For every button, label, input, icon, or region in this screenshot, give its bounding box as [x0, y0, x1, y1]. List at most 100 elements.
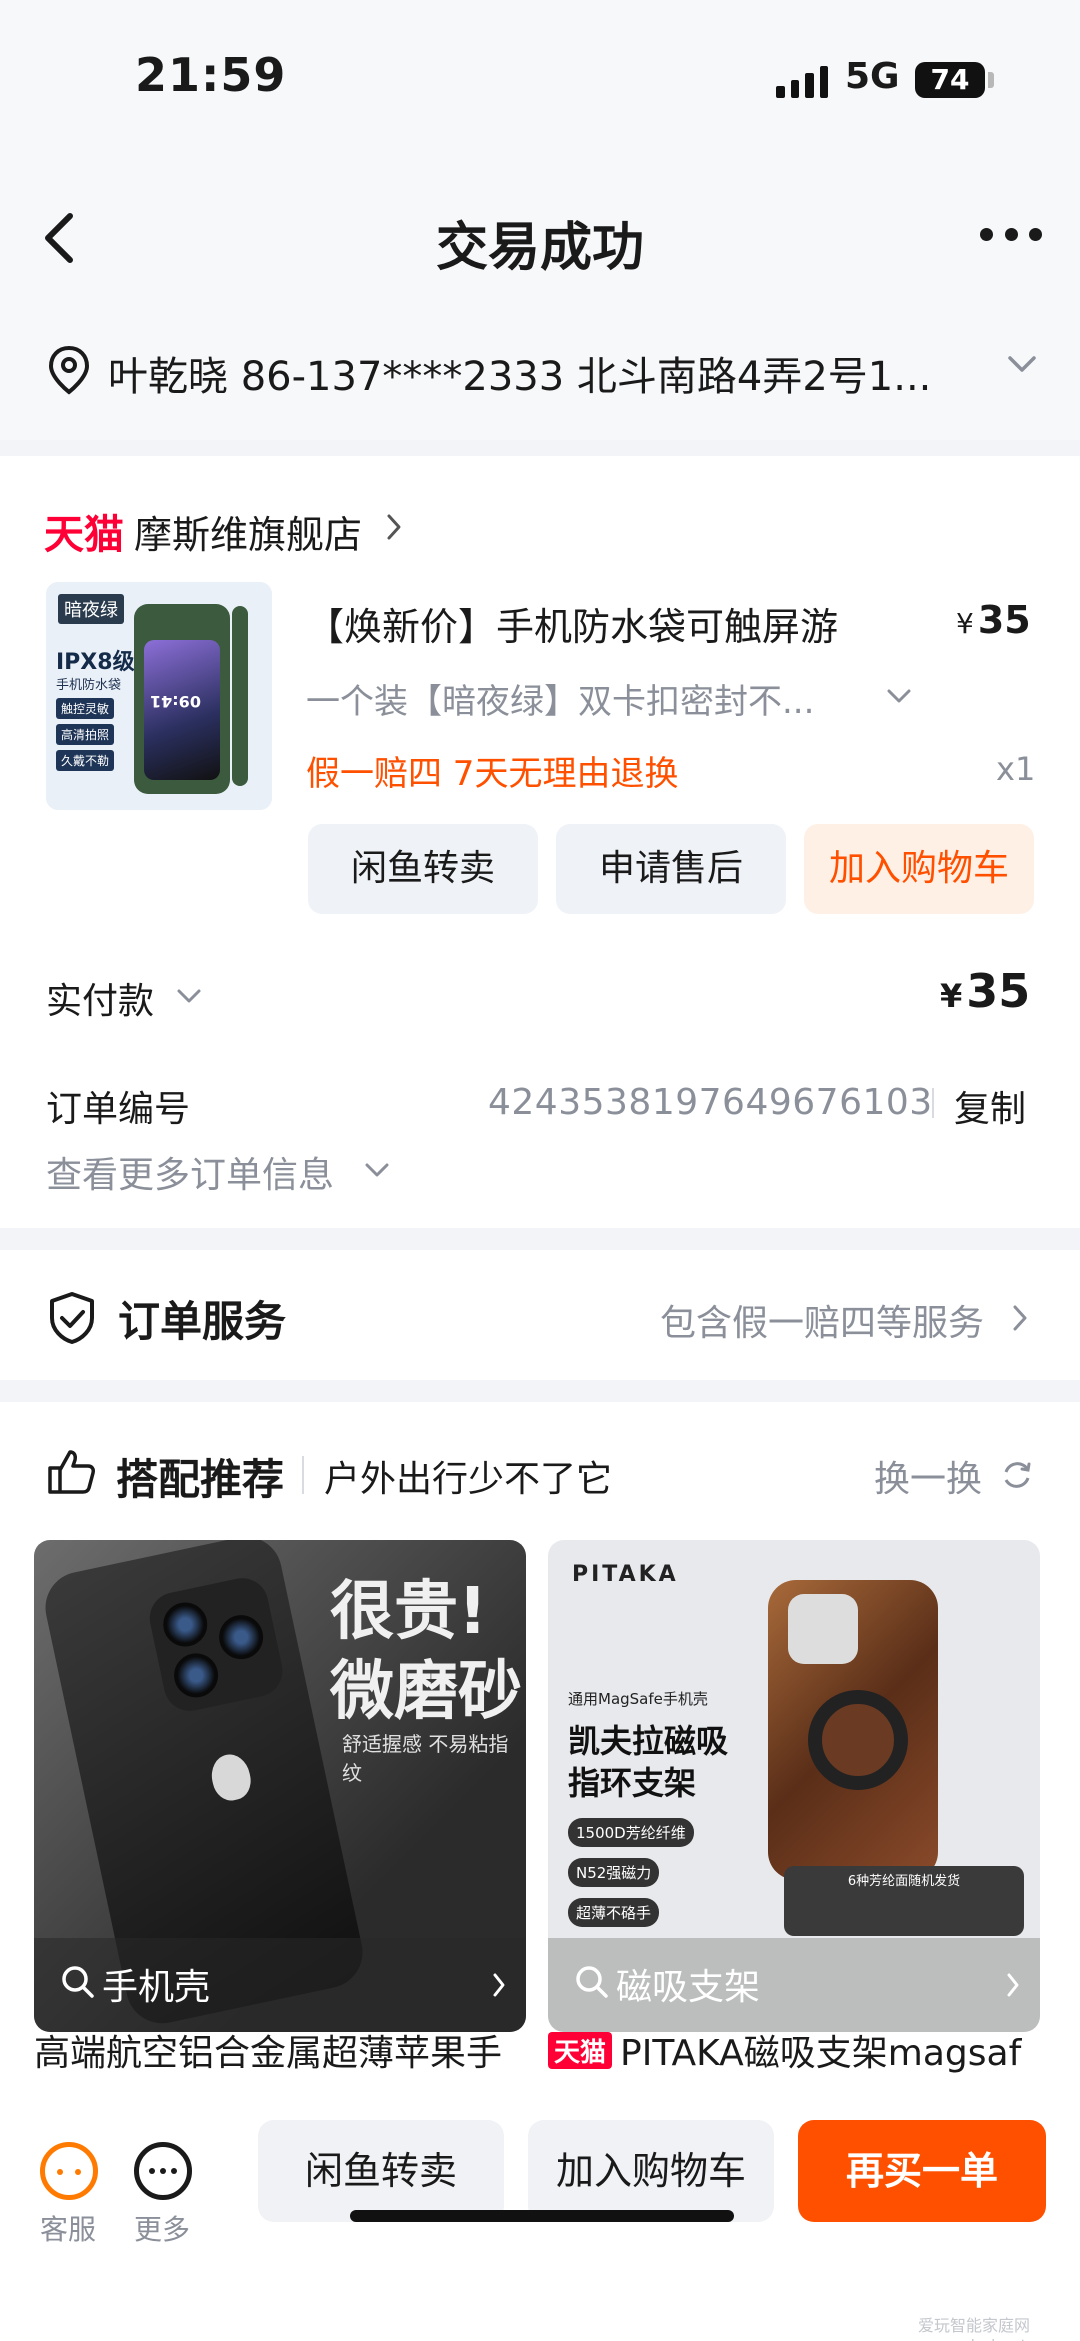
product-spec[interactable]: 一个装【暗夜绿】双卡扣密封不... — [306, 674, 814, 723]
ring-holder — [808, 1690, 908, 1790]
chevron-down-icon — [1006, 354, 1038, 374]
product-image[interactable]: 暗夜绿 IPX8级 手机防水袋 触控灵敏 高清拍照 久戴不勒 09:41 — [46, 582, 272, 810]
shield-icon — [46, 1290, 98, 1346]
more-order-info-link[interactable]: 查看更多订单信息 — [46, 1146, 334, 1198]
category-label: 手机壳 — [102, 1967, 211, 2008]
resell-button[interactable]: 闲鱼转卖 — [258, 2120, 504, 2222]
recommend-item-title[interactable]: 高端航空铝合金属超薄苹果手 — [34, 2024, 526, 2076]
service-link[interactable]: 包含假一赔四等服务 — [660, 1294, 984, 1346]
image-feature-tag: 久戴不勒 — [56, 750, 115, 771]
image-text: 通用MagSafe手机壳 — [568, 1690, 708, 1708]
add-to-cart-button[interactable]: 加入购物车 — [804, 824, 1034, 914]
buy-again-button[interactable]: 再买一单 — [798, 2120, 1046, 2222]
more-options-button[interactable] — [980, 228, 1042, 244]
customer-service-icon[interactable] — [40, 2142, 98, 2200]
address-row[interactable]: 叶乾晓 86-137****2333 北斗南路4弄2号1... — [46, 340, 1046, 400]
swatch-caption: 6种芳纶面随机发货 — [847, 1874, 961, 1889]
home-indicator[interactable] — [350, 2210, 734, 2222]
recommend-item-title: PITAKA磁吸支架magsaf — [620, 2033, 1022, 2074]
tmall-logo: 天猫 — [44, 512, 124, 558]
product-promo: 假一赔四 7天无理由退换 — [306, 754, 679, 794]
chevron-down-icon — [364, 1162, 390, 1178]
image-headline: 很贵! — [330, 1575, 488, 1649]
watermark: 爱玩智能家庭网 www.ahgj.net — [918, 2316, 1031, 2341]
signal-icon — [776, 64, 828, 98]
search-icon — [574, 1964, 610, 2000]
camera-lens — [215, 1611, 268, 1664]
image-tagline: 舒适握感 不易粘指纹 — [342, 1732, 509, 1785]
battery-icon: 74 — [915, 62, 985, 98]
payment-value: 35 — [966, 964, 1031, 1018]
image-feature-tag: 高清拍照 — [56, 724, 115, 745]
more-label[interactable]: 更多 — [134, 2208, 190, 2248]
order-card: 天猫 摩斯维旗舰店 暗夜绿 IPX8级 手机防水袋 触控灵敏 高清拍照 久戴不勒… — [0, 456, 1080, 1228]
chevron-right-icon — [1012, 1304, 1028, 1332]
address-text: 叶乾晓 86-137****2333 北斗南路4弄2号1... — [108, 354, 932, 400]
order-number-value: 4243538197649676103 — [488, 1082, 933, 1123]
recommend-item-magnetic-holder[interactable]: PITAKA 通用MagSafe手机壳 凯夫拉磁吸 指环支架 1500D芳纶纤维… — [548, 1540, 1040, 2032]
order-number-label: 订单编号 — [46, 1089, 191, 1130]
image-tag: 暗夜绿 — [58, 594, 124, 624]
refresh-icon[interactable] — [1000, 1458, 1034, 1492]
image-headline: 指环支架 — [568, 1764, 697, 1802]
image-ipx-sub: 手机防水袋 — [56, 678, 122, 693]
feature-pill: 1500D芳纶纤维 — [568, 1818, 694, 1847]
apple-logo — [207, 1750, 255, 1804]
page-title: 交易成功 — [435, 218, 644, 278]
image-headline: 凯夫拉磁吸 — [568, 1722, 729, 1760]
copy-button[interactable]: 复制 — [954, 1080, 1026, 1132]
brand-logo: PITAKA — [572, 1562, 679, 1587]
color-swatches: 6种芳纶面随机发货 — [784, 1866, 1024, 1936]
recommend-card: 搭配推荐 户外出行少不了它 换一换 很贵! 微磨砂 舒适握感 不易粘指纹 手机壳 — [0, 1402, 1080, 2102]
after-sale-button[interactable]: 申请售后 — [556, 824, 786, 914]
image-headline: 微磨砂 — [330, 1655, 522, 1729]
recommend-item-title-row[interactable]: 天猫 PITAKA磁吸支架magsaf — [548, 2024, 1048, 2076]
chevron-right-icon — [1006, 1972, 1020, 1998]
service-title: 订单服务 — [118, 1297, 287, 1346]
phone-screen-time: 09:41 — [150, 692, 201, 711]
tmall-badge: 天猫 — [548, 2031, 613, 2069]
price-value: 35 — [977, 598, 1031, 642]
more-icon[interactable] — [134, 2142, 192, 2200]
recommend-subtitle: 户外出行少不了它 — [324, 1459, 613, 1500]
price-symbol: ¥ — [956, 607, 974, 640]
order-service-card[interactable]: 订单服务 包含假一赔四等服务 — [0, 1250, 1080, 1380]
search-icon — [60, 1964, 96, 2000]
image-feature-tag: 触控灵敏 — [56, 698, 115, 719]
image-ipx-text: IPX8级 — [56, 650, 135, 675]
top-area: 21:59 5G 74 交易成功 叶乾晓 86-137****2333 北斗南路… — [0, 0, 1080, 440]
feature-pill: N52强磁力 — [568, 1858, 660, 1887]
battery-tip — [988, 72, 994, 88]
recommend-category-bar[interactable]: 磁吸支架 — [548, 1938, 1040, 2032]
feature-pill: 超薄不硌手 — [568, 1898, 660, 1927]
payment-amount: ¥35 — [940, 964, 1030, 1018]
swap-button[interactable]: 换一换 — [874, 1450, 982, 1502]
chevron-down-icon — [176, 988, 202, 1004]
network-type: 5G — [845, 56, 900, 97]
camera-block — [788, 1594, 858, 1664]
chevron-right-icon — [492, 1972, 506, 1998]
product-title[interactable]: 【焕新价】手机防水袋可触屏游 — [306, 596, 838, 651]
product-qty: x1 — [996, 750, 1036, 788]
recommend-item-phone-case[interactable]: 很贵! 微磨砂 舒适握感 不易粘指纹 手机壳 — [34, 1540, 526, 2032]
add-to-cart-button[interactable]: 加入购物车 — [528, 2120, 774, 2222]
camera-block — [144, 1573, 288, 1716]
payment-label[interactable]: 实付款 — [46, 972, 154, 1024]
recommend-category-bar[interactable]: 手机壳 — [34, 1938, 526, 2032]
customer-service-label[interactable]: 客服 — [40, 2208, 96, 2248]
chevron-down-icon — [886, 688, 912, 704]
recommend-title: 搭配推荐 — [116, 1455, 285, 1504]
store-name[interactable]: 摩斯维旗舰店 — [134, 504, 362, 559]
thumbs-up-icon — [46, 1448, 96, 1496]
location-pin-icon — [46, 344, 92, 396]
resell-button[interactable]: 闲鱼转卖 — [308, 824, 538, 914]
lanyard — [232, 606, 248, 786]
camera-lens — [159, 1598, 212, 1651]
category-label: 磁吸支架 — [616, 1967, 761, 2008]
status-time: 21:59 — [135, 48, 287, 102]
phone-case-image — [768, 1580, 938, 1880]
chevron-right-icon — [386, 513, 402, 541]
camera-lens — [169, 1649, 223, 1702]
divider — [302, 1456, 304, 1494]
product-price: ¥35 — [956, 598, 1031, 642]
